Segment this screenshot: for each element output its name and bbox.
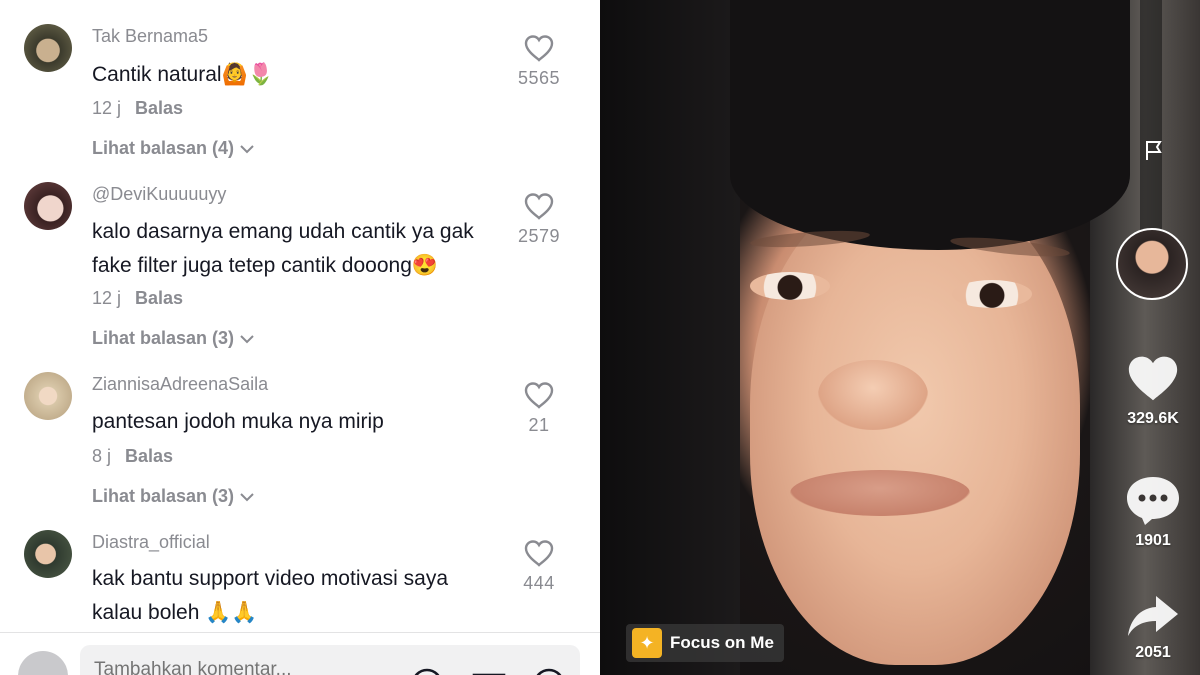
share-count: 2051 xyxy=(1135,644,1171,661)
share-arrow-icon[interactable] xyxy=(1126,594,1180,638)
comment-input[interactable] xyxy=(94,659,394,675)
comment-text-line: fake filter juga tetep cantik dooong xyxy=(92,254,412,277)
view-replies-label: Lihat balasan (3) xyxy=(92,486,235,506)
video-nose xyxy=(818,360,928,430)
comment-emojis: 🙏🙏 xyxy=(205,601,258,624)
creator-avatar[interactable] xyxy=(1116,228,1188,300)
comment-username[interactable]: ZiannisaAdreenaSaila xyxy=(92,374,268,395)
comment-action[interactable]: 1901 xyxy=(1108,474,1198,550)
like-count: 444 xyxy=(523,573,555,593)
comment-time: 12 j xyxy=(92,98,122,118)
comments-panel: Tak Bernama5 Cantik natural🙆🌷 12 j Balas… xyxy=(0,0,600,675)
video-lips xyxy=(790,470,970,516)
comment-like: 444 xyxy=(496,539,582,594)
view-replies-button[interactable]: Lihat balasan (3) xyxy=(92,486,256,507)
comment-meta: 8 j Balas xyxy=(92,446,173,467)
comment-text: pantesan jodoh muka nya mirip xyxy=(92,410,384,433)
comment-text-body: Cantik natural xyxy=(92,63,222,86)
comment-text: kalo dasarnya emang udah cantik ya gak f… xyxy=(92,215,522,283)
like-count: 329.6K xyxy=(1127,410,1179,427)
comment-like: 21 xyxy=(496,381,582,436)
video-hair xyxy=(730,0,1130,250)
avatar xyxy=(18,651,68,675)
video-face xyxy=(750,185,1080,665)
heart-outline-icon[interactable] xyxy=(524,34,554,62)
comment-text: kak bantu support video motivasi saya ka… xyxy=(92,562,522,630)
comment-text-line: kak bantu support video motivasi saya xyxy=(92,567,449,590)
view-replies-label: Lihat balasan (4) xyxy=(92,138,235,158)
video-background xyxy=(600,0,740,675)
comment-time: 8 j xyxy=(92,446,112,466)
comment-username[interactable]: @DeviKuuuuuyy xyxy=(92,184,226,205)
view-replies-button[interactable]: Lihat balasan (3) xyxy=(92,328,256,349)
effect-tag[interactable]: ✦ Focus on Me xyxy=(626,624,784,662)
heart-outline-icon[interactable] xyxy=(524,192,554,220)
avatar[interactable] xyxy=(24,372,72,420)
comment-time: 12 j xyxy=(92,288,122,308)
comment-text-line: kalo dasarnya emang udah cantik ya gak xyxy=(92,220,474,243)
reply-button[interactable]: Balas xyxy=(135,98,183,119)
comment-text-line: kalau boleh xyxy=(92,601,200,624)
effect-label: Focus on Me xyxy=(670,633,774,652)
comment-username[interactable]: Diastra_official xyxy=(92,532,210,553)
chevron-down-icon xyxy=(240,492,254,501)
emoji-icon[interactable] xyxy=(532,667,566,675)
reply-button[interactable]: Balas xyxy=(135,288,183,309)
video-scrollbar[interactable] xyxy=(1140,0,1162,240)
video-eye xyxy=(750,272,830,300)
view-replies-label: Lihat balasan (3) xyxy=(92,328,235,348)
comment-emojis: 🙆🌷 xyxy=(221,63,274,86)
video-eye xyxy=(952,280,1032,308)
view-replies-button[interactable]: Lihat balasan (4) xyxy=(92,138,256,159)
comment-text: Cantik natural🙆🌷 xyxy=(92,58,522,92)
heart-icon[interactable] xyxy=(1125,352,1181,404)
comment-like: 2579 xyxy=(496,192,582,247)
comment-input-bar xyxy=(0,632,600,675)
chevron-down-icon xyxy=(240,144,254,153)
effect-sparkle-icon: ✦ xyxy=(632,628,662,658)
chevron-down-icon xyxy=(240,334,254,343)
comment-meta: 12 j Balas xyxy=(92,98,183,119)
comment-count: 1901 xyxy=(1135,532,1171,549)
comment-meta: 12 j Balas xyxy=(92,288,183,309)
mention-icon[interactable] xyxy=(410,667,444,675)
heart-outline-icon[interactable] xyxy=(524,539,554,567)
comment-username[interactable]: Tak Bernama5 xyxy=(92,26,208,47)
like-action[interactable]: 329.6K xyxy=(1108,352,1198,428)
comment-input-container[interactable] xyxy=(80,645,580,675)
avatar[interactable] xyxy=(24,182,72,230)
report-button[interactable] xyxy=(1137,130,1171,170)
comment-bubble-icon[interactable] xyxy=(1125,474,1181,526)
like-count: 2579 xyxy=(517,226,561,246)
video-player[interactable] xyxy=(600,0,1200,675)
avatar[interactable] xyxy=(24,530,72,578)
avatar[interactable] xyxy=(24,24,72,72)
flag-icon xyxy=(1146,141,1162,160)
like-count: 21 xyxy=(528,415,550,435)
comment-like: 5565 xyxy=(496,34,582,89)
reply-button[interactable]: Balas xyxy=(125,446,173,467)
share-action[interactable]: 2051 xyxy=(1108,594,1198,662)
comment-emojis: 😍 xyxy=(411,254,439,277)
gift-icon[interactable] xyxy=(472,667,506,675)
like-count: 5565 xyxy=(517,68,561,88)
heart-outline-icon[interactable] xyxy=(524,381,554,409)
